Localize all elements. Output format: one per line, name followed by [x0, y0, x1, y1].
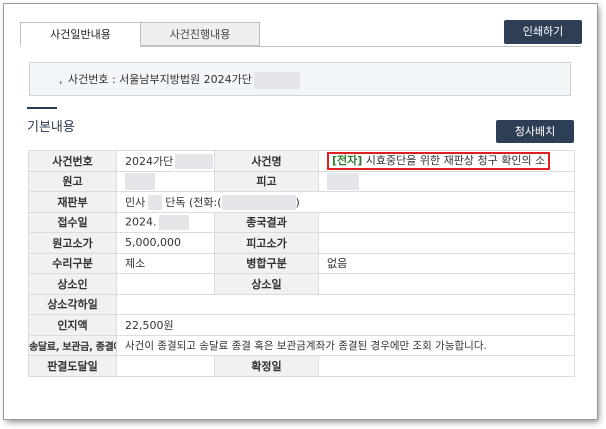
- redacted-block: [175, 154, 214, 169]
- table-row: 사건번호 2024가단 사건명 [전자] 시효중단을 위한 재판상 청구 확인의…: [28, 150, 575, 172]
- table-row: 인지액 22,500원: [28, 314, 575, 336]
- court-layout-button[interactable]: 청사배치: [496, 120, 574, 143]
- plaintiff-value: [116, 170, 215, 192]
- plaintiff-label: 원고: [28, 170, 117, 192]
- defendant-amount-value: [318, 232, 575, 254]
- merge-value: 없음: [318, 252, 575, 274]
- appeal-date-value: [318, 273, 575, 295]
- tab-bar: 사건일반내용 사건진행내용: [20, 22, 260, 47]
- appellant-value: [116, 273, 215, 295]
- tab-general-info[interactable]: 사건일반내용: [20, 22, 141, 46]
- case-name-value: [전자] 시효중단을 위한 재판상 청구 확인의 소: [318, 150, 575, 172]
- merge-label: 병합구분: [214, 252, 319, 274]
- receipt-date-label: 접수일: [28, 211, 117, 233]
- stamp-fee-value: 22,500원: [116, 314, 575, 336]
- section-accent-bar: [27, 107, 57, 109]
- case-name-highlight: [전자] 시효중단을 위한 재판상 청구 확인의 소: [327, 151, 551, 170]
- division-label: 재판부: [28, 191, 117, 213]
- electronic-tag: [전자]: [332, 153, 363, 167]
- final-result-label: 종국결과: [214, 211, 319, 233]
- balance-inquiry-label: 송달료, 보관금, 종결에 따른 잔액조회: [28, 334, 117, 356]
- case-no-label: 사건번호: [28, 150, 117, 172]
- table-row: 원고 피고: [28, 170, 575, 192]
- table-row: 수리구분 제소 병합구분 없음: [28, 252, 575, 274]
- balance-inquiry-value: 사건이 종결되고 송달료 종결 혹은 보관금계좌가 종결된 경우에만 조회 가능…: [116, 334, 575, 356]
- redacted-block: [221, 195, 296, 210]
- defendant-value: [318, 170, 575, 192]
- appeal-date-label: 상소일: [214, 273, 319, 295]
- section-title: 기본내용: [27, 120, 75, 135]
- division-value: 민사 단독 (전화:(): [116, 191, 575, 213]
- bullet-mark: ,: [59, 73, 63, 86]
- tab-progress-info[interactable]: 사건진행내용: [141, 22, 260, 46]
- redacted-block: [327, 172, 359, 190]
- receipt-date-value: 2024.: [116, 211, 215, 233]
- table-row: 상소인 상소일: [28, 273, 575, 295]
- redacted-block: [253, 71, 300, 89]
- redacted-block: [148, 195, 163, 210]
- redacted-block: [125, 172, 155, 190]
- table-row: 판결도달일 확정일: [28, 355, 575, 377]
- defendant-label: 피고: [214, 170, 319, 192]
- redacted-block: [158, 214, 189, 230]
- defendant-amount-label: 피고소가: [214, 232, 319, 254]
- plaintiff-amount-label: 원고소가: [28, 232, 117, 254]
- judgment-delivery-value: [116, 355, 215, 377]
- finalized-date-label: 확정일: [214, 355, 319, 377]
- print-button[interactable]: 인쇄하기: [504, 20, 582, 44]
- table-row: 재판부 민사 단독 (전화:(): [28, 191, 575, 213]
- appellant-label: 상소인: [28, 273, 117, 295]
- appeal-dismiss-label: 상소각하일: [28, 293, 117, 315]
- acceptance-label: 수리구분: [28, 252, 117, 274]
- judgment-delivery-label: 판결도달일: [28, 355, 117, 377]
- table-row: 접수일 2024. 종국결과: [28, 211, 575, 233]
- case-name-label: 사건명: [214, 150, 319, 172]
- case-no-value: 2024가단: [116, 150, 215, 172]
- table-row: 상소각하일: [28, 293, 575, 315]
- appeal-dismiss-value: [116, 293, 575, 315]
- finalized-date-value: [318, 355, 575, 377]
- plaintiff-amount-value: 5,000,000: [116, 232, 215, 254]
- case-number-summary: , 사건번호 : 서울남부지방법원 2024가단: [29, 62, 571, 96]
- case-number-text: 사건번호 : 서울남부지방법원 2024가단: [68, 73, 252, 86]
- final-result-value: [318, 211, 575, 233]
- case-detail-window: 사건일반내용 사건진행내용 인쇄하기 , 사건번호 : 서울남부지방법원 202…: [4, 4, 597, 419]
- acceptance-value: 제소: [116, 252, 215, 274]
- case-info-table: 사건번호 2024가단 사건명 [전자] 시효중단을 위한 재판상 청구 확인의…: [28, 150, 575, 377]
- table-row: 송달료, 보관금, 종결에 따른 잔액조회 사건이 종결되고 송달료 종결 혹은…: [28, 334, 575, 356]
- table-row: 원고소가 5,000,000 피고소가: [28, 232, 575, 254]
- stamp-fee-label: 인지액: [28, 314, 117, 336]
